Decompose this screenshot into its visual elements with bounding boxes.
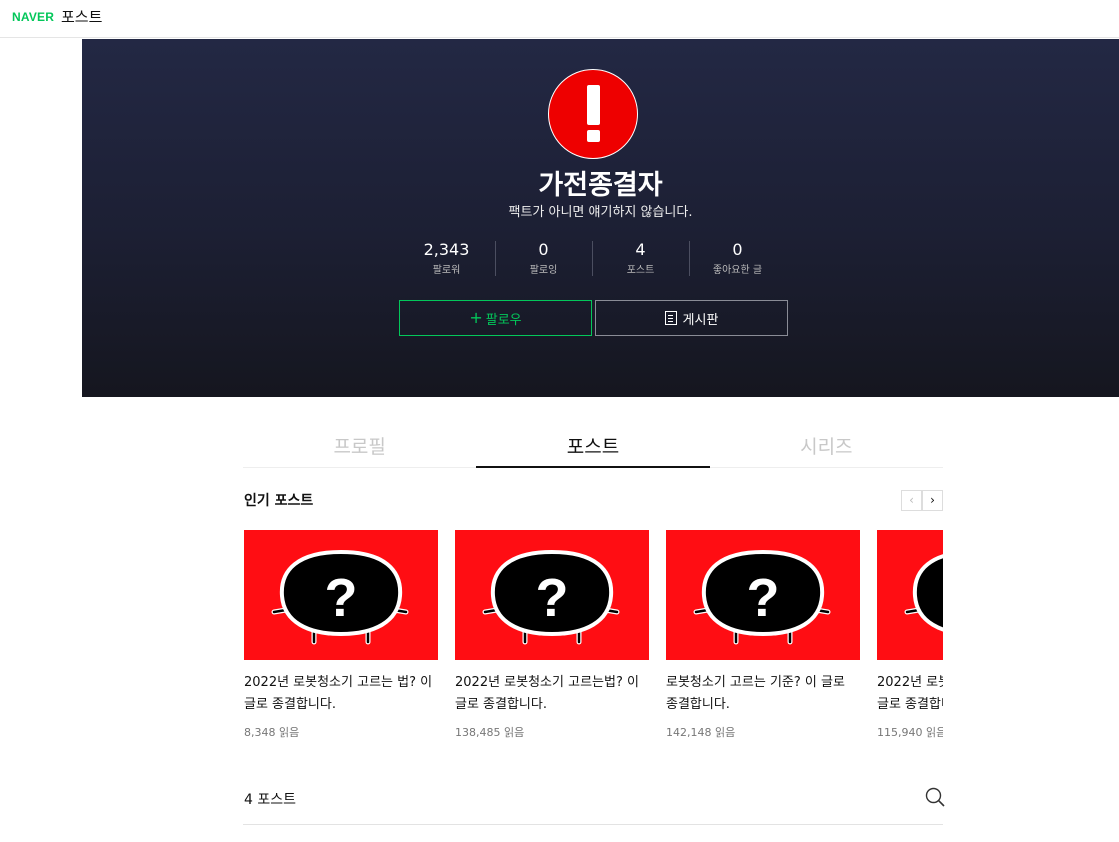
- svg-text:?: ?: [747, 568, 780, 628]
- question-blob-icon: ?: [904, 554, 943, 632]
- stat-label: 팔로워: [432, 265, 461, 276]
- stat-value: 2,343: [423, 240, 470, 259]
- svg-text:?: ?: [325, 568, 358, 628]
- service-title[interactable]: 포스트: [61, 6, 102, 27]
- board-button[interactable]: 게시판: [595, 300, 788, 336]
- chevron-left-icon[interactable]: ‹: [901, 490, 922, 511]
- document-icon: [664, 311, 677, 325]
- carousel-arrows: ‹ ›: [901, 490, 943, 511]
- stat-posts[interactable]: 4 포스트: [592, 237, 689, 277]
- tab-profile[interactable]: 프로필: [243, 432, 476, 467]
- naver-logo[interactable]: NAVER: [12, 10, 54, 24]
- post-card[interactable]: ? 2022년 로봇청소기 고르는 법? 이 글로 종결합니다. 115,940…: [877, 530, 943, 740]
- question-blob-icon: ?: [271, 549, 409, 645]
- question-blob-icon: ?: [482, 549, 620, 645]
- stat-label: 팔로잉: [529, 265, 558, 276]
- stat-liked-posts[interactable]: 0 좋아요한 글: [689, 237, 786, 277]
- plus-icon: +: [469, 308, 483, 327]
- post-card[interactable]: ? 로봇청소기 고르는 기준? 이 글로 종결합니다. 142,148 읽음: [666, 530, 860, 740]
- exclamation-icon: [587, 85, 600, 125]
- chevron-right-icon[interactable]: ›: [922, 490, 943, 511]
- follow-button-label: 팔로우: [485, 312, 522, 328]
- post-card-reads: 142,148 읽음: [666, 726, 736, 739]
- post-thumbnail[interactable]: ?: [877, 530, 943, 660]
- post-card-title[interactable]: 로봇청소기 고르는 기준? 이 글로 종결합니다.: [666, 672, 856, 716]
- stat-value: 4: [635, 240, 646, 259]
- post-card-reads: 115,940 읽음: [877, 726, 943, 739]
- post-card-title[interactable]: 2022년 로봇청소기 고르는 법? 이 글로 종결합니다.: [244, 672, 434, 716]
- post-card-title[interactable]: 2022년 로봇청소기 고르는법? 이 글로 종결합니다.: [455, 672, 645, 716]
- post-thumbnail[interactable]: ?: [455, 530, 649, 660]
- top-nav-bar: NAVER 포스트: [0, 0, 1119, 38]
- stat-value: 0: [732, 240, 743, 259]
- profile-stats: 2,343 팔로워 0 팔로잉 4 포스트 0 좋아요한 글: [398, 237, 786, 281]
- popular-posts-carousel: ? 2022년 로봇청소기 고르는 법? 이 글로 종결합니다. 8,348 읽…: [244, 530, 943, 750]
- board-button-label: 게시판: [682, 312, 719, 328]
- post-card[interactable]: ? 2022년 로봇청소기 고르는 법? 이 글로 종결합니다. 8,348 읽…: [244, 530, 438, 740]
- post-card-reads: 8,348 읽음: [244, 726, 300, 739]
- follow-button[interactable]: + 팔로우: [399, 300, 592, 336]
- profile-nickname: 가전종결자: [538, 170, 663, 201]
- stat-label: 좋아요한 글: [712, 265, 763, 276]
- post-card[interactable]: ? 2022년 로봇청소기 고르는법? 이 글로 종결합니다. 138,485 …: [455, 530, 649, 740]
- avatar: [548, 69, 638, 159]
- stat-label: 포스트: [626, 265, 655, 276]
- profile-description: 팩트가 아니면 얘기하지 않습니다.: [508, 205, 693, 220]
- search-icon[interactable]: [924, 786, 946, 808]
- popular-posts-title: 인기 포스트: [244, 493, 314, 509]
- post-card-reads: 138,485 읽음: [455, 726, 525, 739]
- post-card-title[interactable]: 2022년 로봇청소기 고르는 법? 이 글로 종결합니다.: [877, 672, 943, 716]
- post-thumbnail[interactable]: ?: [244, 530, 438, 660]
- divider: [243, 824, 943, 825]
- svg-text:?: ?: [536, 568, 569, 628]
- content-tabs: 프로필 포스트 시리즈: [243, 432, 943, 468]
- post-thumbnail[interactable]: ?: [666, 530, 860, 660]
- post-count: 4 포스트: [244, 792, 296, 808]
- tab-posts[interactable]: 포스트: [476, 432, 710, 468]
- stat-value: 0: [538, 240, 549, 259]
- profile-header: 가전종결자 팩트가 아니면 얘기하지 않습니다. 2,343 팔로워 0 팔로잉…: [82, 39, 1119, 397]
- tab-series[interactable]: 시리즈: [710, 432, 943, 467]
- stat-followers[interactable]: 2,343 팔로워: [398, 237, 495, 277]
- stat-following[interactable]: 0 팔로잉: [495, 237, 592, 277]
- question-blob-icon: ?: [693, 549, 831, 645]
